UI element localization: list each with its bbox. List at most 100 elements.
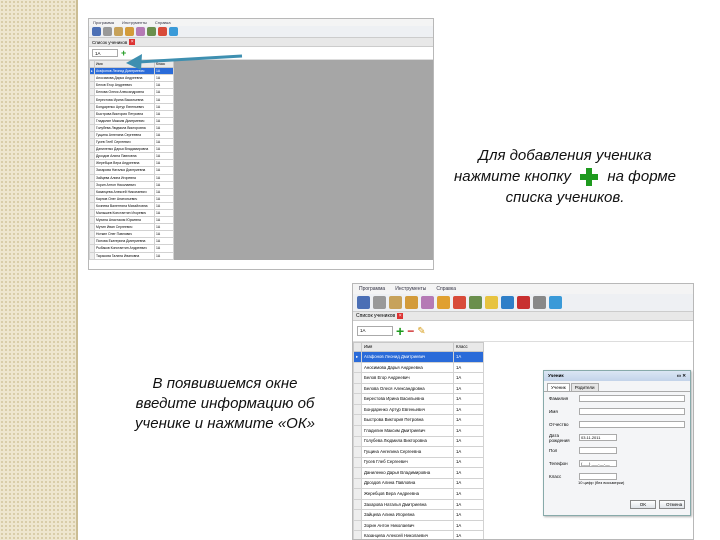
class-select[interactable]: 1А [92, 49, 118, 57]
field-input[interactable] [579, 408, 685, 415]
student-name-cell[interactable]: Гусев Глеб Сергеевич [361, 456, 454, 469]
table-row[interactable]: Быстрова Виктория Петровна 1А [353, 414, 484, 426]
student-name-cell[interactable]: Белов Егор Андреевич [361, 372, 454, 384]
student-class-cell[interactable]: 1А [453, 488, 484, 500]
student-class-cell[interactable]: 1А [154, 223, 174, 232]
student-class-cell[interactable]: 1А [453, 519, 484, 532]
student-name-cell[interactable]: Бондаренко Артур Евгеньевич [94, 102, 155, 111]
student-name-cell[interactable]: Зайцева Алина Игоревна [94, 173, 155, 182]
close-icon[interactable]: × [129, 39, 136, 45]
table-row[interactable]: Кочнева Валентина Михайловна 1А [89, 201, 174, 210]
table-row[interactable]: Ноткин Олег Павлович 1А [89, 230, 174, 239]
student-class-cell[interactable]: 1А [154, 138, 174, 147]
student-name-cell[interactable]: Быстрова Виктория Петровна [94, 109, 155, 118]
chart-icon[interactable] [147, 27, 156, 36]
student-class-cell[interactable]: 1А [154, 81, 174, 90]
table-row[interactable]: Белов Егор Андреевич 1А [89, 81, 174, 90]
student-name-cell[interactable]: Гущина Ангелина Сергеевна [94, 130, 155, 140]
student-class-cell[interactable]: 1А [154, 95, 174, 104]
tab-student[interactable]: Ученик [547, 383, 570, 391]
menu-item-program[interactable]: Программа [93, 20, 114, 25]
student-class-cell[interactable]: 1А [154, 145, 174, 154]
camera-icon[interactable] [373, 296, 386, 309]
table-row[interactable]: Малышев Константин Игоревич 1А [89, 208, 174, 218]
student-name-cell[interactable]: Зорин Антон Николаевич [94, 180, 155, 189]
table-row[interactable]: Берестова Ирина Васильевна 1А [353, 393, 484, 405]
student-name-cell[interactable]: Гусев Глеб Сергеевич [94, 138, 155, 147]
student-name-cell[interactable]: Рыбаков Константин Андреевич [94, 244, 155, 253]
student-name-cell[interactable]: Бондаренко Артур Евгеньевич [361, 403, 454, 416]
table-row[interactable]: Мухина Анастасия Юрьевна 1А [89, 216, 174, 225]
table-row[interactable]: Бондаренко Артур Евгеньевич 1А [89, 102, 174, 111]
student-name-cell[interactable]: Белов Егор Андреевич [94, 81, 155, 90]
student-class-cell[interactable]: 1А [453, 403, 484, 416]
student-class-cell[interactable]: 1А [154, 88, 174, 97]
globe-icon[interactable] [169, 27, 178, 36]
student-name-cell[interactable]: Дроздов Алина Павловна [94, 152, 155, 161]
table-row[interactable]: Даниленко Дарья Владимировна 1А [89, 145, 174, 154]
book-icon[interactable] [125, 27, 134, 36]
student-class-cell[interactable]: 1А [453, 477, 484, 490]
table-row[interactable]: Рыбаков Константин Андреевич 1А [89, 244, 174, 253]
student-class-cell[interactable]: 1А [154, 187, 174, 196]
student-class-cell[interactable]: 1А [154, 102, 174, 111]
field-input[interactable] [579, 447, 617, 454]
student-name-cell[interactable]: Голубева Людмила Викторовна [94, 123, 155, 132]
student-class-cell[interactable]: 1А [154, 216, 174, 225]
student-class-cell[interactable]: 1А [453, 435, 484, 448]
student-name-cell[interactable]: Берестова Ирина Васильевна [94, 95, 155, 104]
report-icon[interactable] [158, 27, 167, 36]
student-class-cell[interactable]: 1А [154, 116, 174, 125]
student-class-cell[interactable]: 1А [453, 425, 484, 437]
table-row[interactable]: Зайцева Алина Игоревна 1А [353, 509, 484, 521]
globe-icon[interactable] [549, 296, 562, 309]
table-row[interactable]: Карпов Олег Анатольевич 1А [89, 194, 174, 203]
student-class-cell[interactable]: 1А [453, 393, 484, 405]
table-row[interactable]: Голубева Людмила Викторовна 1А [89, 123, 174, 132]
table-row[interactable]: Попова Екатерина Дмитриевна 1А [89, 237, 174, 246]
student-class-cell[interactable]: 1А [453, 351, 484, 363]
student-name-cell[interactable]: Гладилин Максим Дмитриевич [94, 116, 155, 125]
student-name-cell[interactable]: Зорин Антон Николаевич [361, 519, 454, 532]
student-class-cell[interactable]: 1А [453, 414, 484, 426]
field-input[interactable] [579, 421, 685, 428]
table-row[interactable]: Жеребцов Вера Андреевна 1А [353, 488, 484, 500]
users-icon[interactable] [421, 296, 434, 309]
student-class-cell[interactable]: 1А [154, 237, 174, 246]
table-row[interactable]: Казанцева Алексей Николаевич 1А [89, 187, 174, 196]
col-header-class[interactable]: Класс [453, 341, 484, 353]
camera-icon[interactable] [103, 27, 112, 36]
student-name-cell[interactable]: Быстрова Виктория Петровна [361, 414, 454, 426]
field-input[interactable]: (___) ___-__-__ [579, 460, 617, 467]
table-row[interactable]: Зорин Антон Николаевич 1А [89, 180, 174, 189]
add-student-button[interactable]: + [396, 323, 404, 339]
table-row[interactable]: Дроздов Алина Павловна 1А [89, 152, 174, 161]
student-class-cell[interactable]: 1А [154, 208, 174, 218]
student-class-cell[interactable]: 1А [453, 456, 484, 469]
user-icon[interactable] [92, 27, 101, 36]
student-class-cell[interactable]: 1А [154, 166, 174, 175]
student-class-cell[interactable]: 1А [453, 467, 484, 479]
student-name-cell[interactable]: Голубева Людмила Викторовна [361, 435, 454, 448]
edit-pencil-icon[interactable]: ✎ [417, 326, 425, 337]
table-row[interactable]: Быстрова Виктория Петровна 1А [89, 109, 174, 118]
student-name-cell[interactable]: Попова Екатерина Дмитриевна [94, 237, 155, 246]
student-class-cell[interactable]: 1А [154, 173, 174, 182]
student-name-cell[interactable]: Аносимова Дарья Андреевна [94, 74, 155, 83]
student-class-cell[interactable]: 1А [154, 74, 174, 83]
table-row[interactable]: Казанцева Алексей Николаевич 1А [353, 530, 484, 539]
student-class-cell[interactable]: 1А [154, 251, 174, 261]
student-name-cell[interactable]: Захарова Наталья Дмитриевна [94, 166, 155, 175]
student-class-cell[interactable]: 1А [154, 109, 174, 118]
table-row[interactable]: Белов Егор Андреевич 1А [353, 372, 484, 384]
pencil-icon[interactable] [485, 296, 498, 309]
table-row[interactable]: Аносимова Дарья Андреевна 1А [353, 361, 484, 374]
table-row[interactable]: Гладилин Максим Дмитриевич 1А [89, 116, 174, 125]
student-class-cell[interactable]: 1А [154, 194, 174, 203]
student-class-cell[interactable]: 1А [154, 180, 174, 189]
table-row[interactable]: Берестова Ирина Васильевна 1А [89, 95, 174, 104]
book-blue-icon[interactable] [501, 296, 514, 309]
ok-button[interactable]: OK [630, 500, 656, 509]
student-name-cell[interactable]: Гущина Ангелина Сергеевна [361, 446, 454, 458]
student-name-cell[interactable]: Гладилин Максим Дмитриевич [361, 425, 454, 437]
